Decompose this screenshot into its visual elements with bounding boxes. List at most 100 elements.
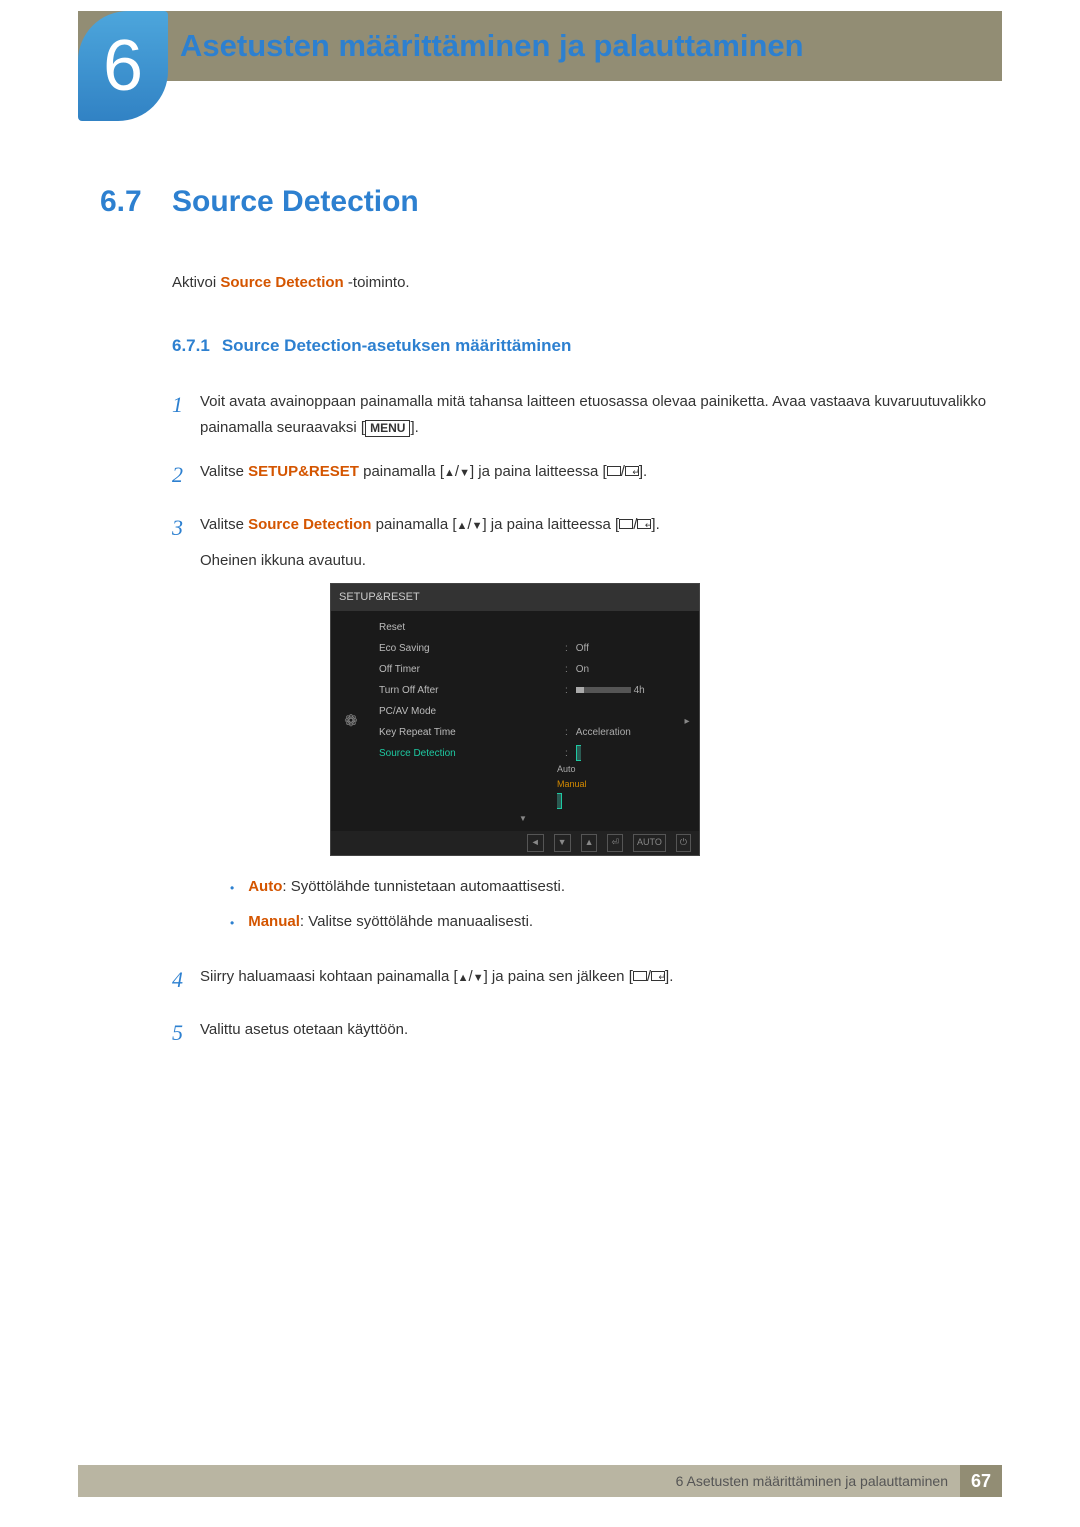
bullet-label: Manual <box>248 913 300 930</box>
text: ]. <box>639 463 647 480</box>
footer-btn: ⏻ <box>676 834 691 851</box>
text: ] ja paina laitteessa [ <box>470 463 607 480</box>
dropdown-option-manual: Manual <box>557 777 667 792</box>
osd-value: Acceleration <box>576 727 631 738</box>
text: painamalla [ <box>371 516 456 533</box>
step-2: 2 Valitse SETUP&RESET painamalla [/] ja … <box>172 456 1000 493</box>
enter-icon <box>625 466 639 476</box>
step-body: Voit avata avainoppaan painamalla mitä t… <box>200 386 1000 440</box>
footer-btn: AUTO <box>633 834 666 851</box>
text: ] ja paina laitteessa [ <box>482 516 619 533</box>
osd-label: Reset <box>379 619 405 636</box>
step-number: 3 <box>172 509 200 944</box>
osd-row-offtimer: Off Timer:On <box>379 659 667 680</box>
step-body: Siirry haluamaasi kohtaan painamalla [/]… <box>200 961 1000 998</box>
step-body: Valittu asetus otetaan käyttöön. <box>200 1014 1000 1051</box>
slash: / <box>467 516 471 533</box>
osd-label: Turn Off After <box>379 682 438 699</box>
footer-text: 6 Asetusten määrittäminen ja palauttamin… <box>676 1473 960 1489</box>
footer-btn: ▼ <box>554 834 571 851</box>
intro-suffix: -toiminto. <box>344 274 410 291</box>
step-3: 3 Valitse Source Detection painamalla [ /… <box>172 509 1000 944</box>
osd-row-pcav: PC/AV Mode <box>379 701 667 722</box>
trailing-text: Oheinen ikkuna avautuu. <box>200 548 1000 574</box>
rect-icon <box>619 519 633 529</box>
bullet-manual: Manual: Valitse syöttölähde manuaalisest… <box>230 909 1000 935</box>
intro-prefix: Aktivoi <box>172 274 220 291</box>
footer-btn: ▲ <box>581 834 598 851</box>
enter-icon <box>637 519 651 529</box>
osd-row-keyrepeat: Key Repeat Time:Acceleration <box>379 722 667 743</box>
footer-bar: 6 Asetusten määrittäminen ja palauttamin… <box>78 1465 1002 1497</box>
osd-right-arrow-icon: ▸ <box>675 611 699 831</box>
text: ]. <box>665 968 673 985</box>
footer-btn: ⏎ <box>607 834 623 851</box>
menu-key-icon: MENU <box>365 420 410 438</box>
triangle-up-icon <box>457 516 468 533</box>
intro-text: Aktivoi Source Detection -toiminto. <box>172 274 1000 291</box>
bullet-auto: Auto: Syöttölähde tunnistetaan automaatt… <box>230 874 1000 900</box>
osd-footer: ◄ ▼ ▲ ⏎ AUTO ⏻ <box>331 831 699 854</box>
step-5: 5 Valittu asetus otetaan käyttöön. <box>172 1014 1000 1051</box>
step-number: 1 <box>172 386 200 440</box>
bullet-text: : Valitse syöttölähde manuaalisesti. <box>300 913 533 930</box>
section-number: 6.7 <box>100 185 172 219</box>
step-text: Voit avata avainoppaan painamalla mitä t… <box>200 393 986 436</box>
osd-row-eco: Eco Saving:Off <box>379 638 667 659</box>
bullet-list: Auto: Syöttölähde tunnistetaan automaatt… <box>230 874 1000 935</box>
step-1: 1 Voit avata avainoppaan painamalla mitä… <box>172 386 1000 440</box>
step-4: 4 Siirry haluamaasi kohtaan painamalla [… <box>172 961 1000 998</box>
triangle-down-icon <box>473 968 484 985</box>
step-text-after: ]. <box>410 419 418 436</box>
osd-label: Eco Saving <box>379 640 430 657</box>
footer-btn: ◄ <box>527 834 544 851</box>
text: Siirry haluamaasi kohtaan painamalla [ <box>200 968 458 985</box>
osd-row-turnoff: Turn Off After: 4h <box>379 680 667 701</box>
osd-label: Source Detection <box>379 745 456 810</box>
content-area: 6.7 Source Detection Aktivoi Source Dete… <box>100 185 1000 1067</box>
osd-title: SETUP&RESET <box>331 584 699 611</box>
triangle-up-icon <box>458 968 469 985</box>
osd-value: Off <box>576 643 589 654</box>
triangle-up-icon <box>444 463 455 480</box>
highlight: Source Detection <box>248 516 371 533</box>
text: ] ja paina sen jälkeen [ <box>484 968 633 985</box>
text: Valitse <box>200 516 248 533</box>
highlight: SETUP&RESET <box>248 463 359 480</box>
footer-page-number: 67 <box>960 1465 1002 1497</box>
bullet-label: Auto <box>248 878 282 895</box>
steps-list: 1 Voit avata avainoppaan painamalla mitä… <box>172 386 1000 1051</box>
text: Valitse <box>200 463 248 480</box>
step-number: 2 <box>172 456 200 493</box>
osd-label: Off Timer <box>379 661 420 678</box>
chapter-badge: 6 <box>78 11 168 121</box>
osd-dropdown: AutoManual <box>557 745 667 809</box>
down-arrow-icon: ▼ <box>379 812 667 826</box>
osd-row-reset: Reset <box>379 617 667 638</box>
osd-value: On <box>576 664 589 675</box>
dropdown-option-auto: Auto <box>557 762 667 777</box>
section-title: Source Detection <box>172 185 419 219</box>
step-body: Valitse SETUP&RESET painamalla [/] ja pa… <box>200 456 1000 493</box>
section-header: 6.7 Source Detection <box>100 185 1000 219</box>
chapter-number: 6 <box>103 25 143 107</box>
osd-label: Key Repeat Time <box>379 724 456 741</box>
step-body: Valitse Source Detection painamalla [ / ] … <box>200 509 1000 944</box>
rect-icon <box>633 971 647 981</box>
bullet-text: : Syöttölähde tunnistetaan automaattises… <box>282 878 565 895</box>
text: ]. <box>651 516 659 533</box>
osd-value: 4h <box>634 685 645 696</box>
subsection-title: Source Detection-asetuksen määrittäminen <box>222 336 572 356</box>
chapter-title: Asetusten määrittäminen ja palauttaminen <box>180 28 804 64</box>
step-number: 4 <box>172 961 200 998</box>
osd-menu: Reset Eco Saving:Off Off Timer:On Turn O… <box>371 611 675 831</box>
triangle-down-icon <box>459 463 470 480</box>
step-number: 5 <box>172 1014 200 1051</box>
osd-gear-icon <box>331 611 371 831</box>
triangle-down-icon <box>472 516 483 533</box>
subsection-number: 6.7.1 <box>172 336 210 356</box>
progress-bar-icon <box>576 687 631 693</box>
rect-icon <box>607 466 621 476</box>
osd-label: PC/AV Mode <box>379 703 436 720</box>
intro-highlight: Source Detection <box>220 274 343 291</box>
